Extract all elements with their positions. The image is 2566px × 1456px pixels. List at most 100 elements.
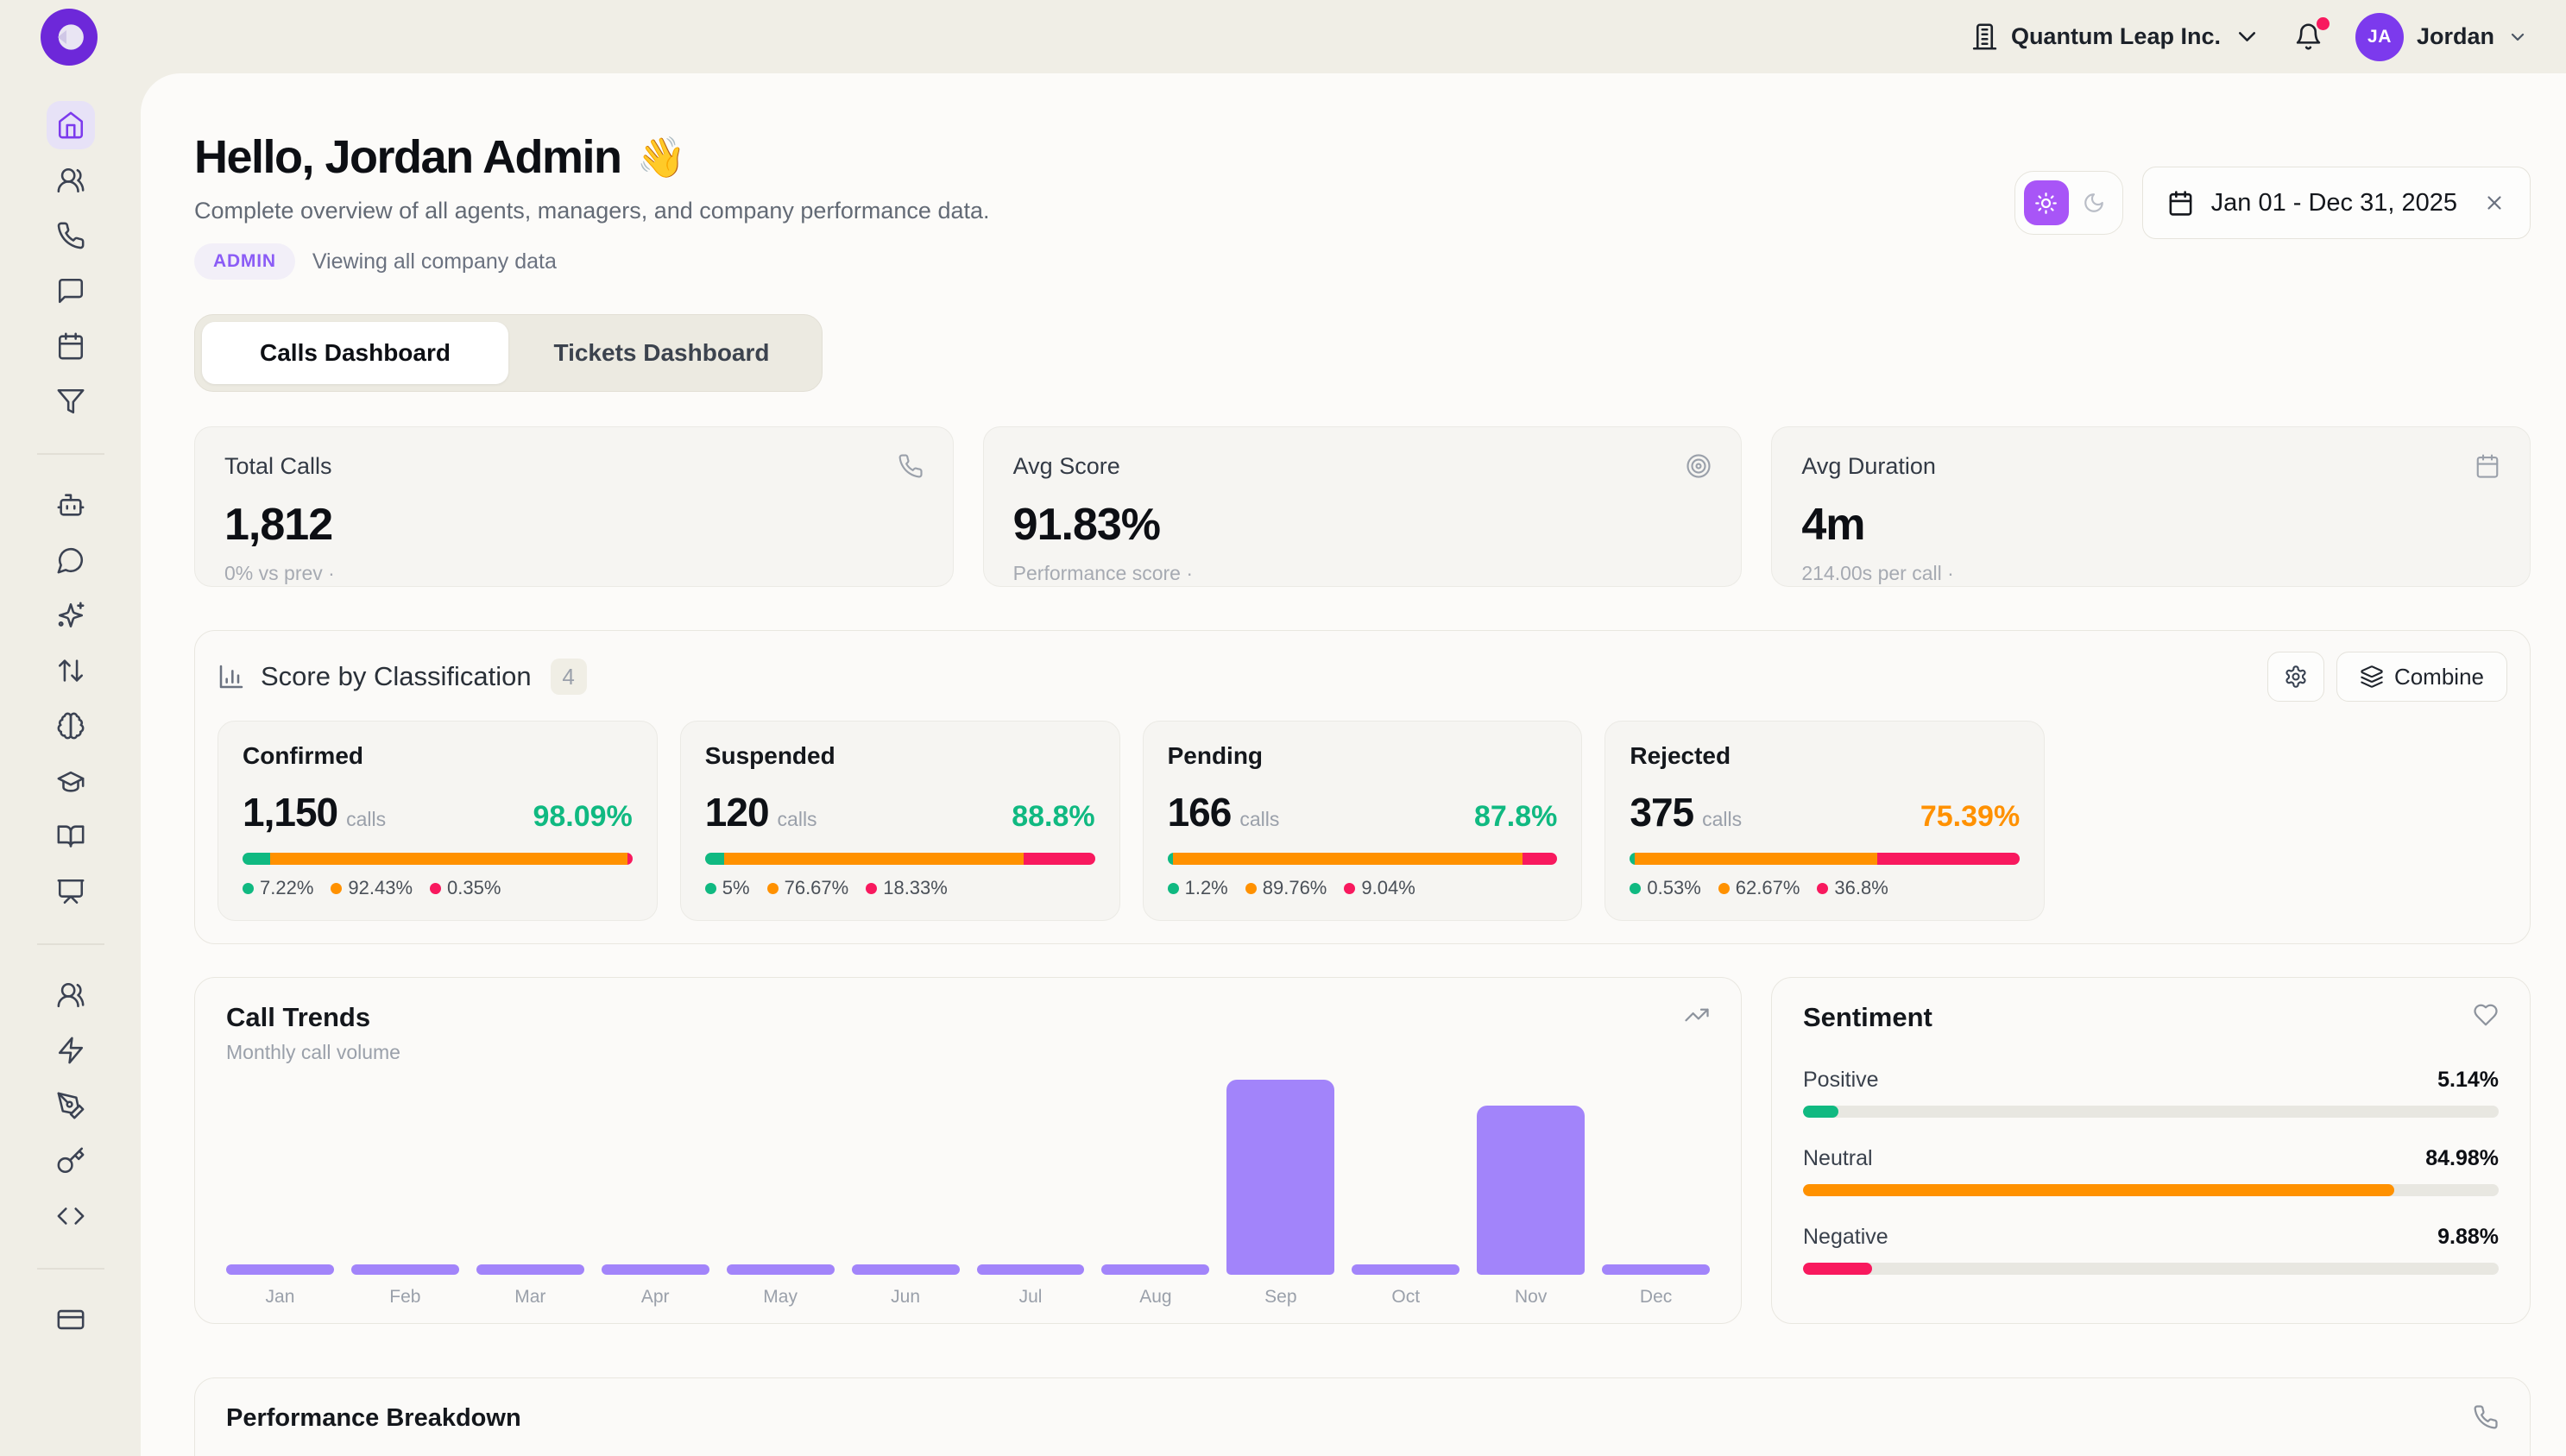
bar-segment-orange: [270, 853, 627, 865]
sidebar-item-phone[interactable]: [47, 211, 95, 260]
bar-aug[interactable]: [1101, 1264, 1209, 1275]
notification-dot: [2317, 17, 2330, 30]
sentiment-value: 9.88%: [2437, 1225, 2499, 1250]
bar-jun[interactable]: [852, 1264, 960, 1275]
stat-value: 91.83%: [1013, 499, 1712, 551]
sidebar-item-brain[interactable]: [47, 702, 95, 750]
bar-legend: 1.2%89.76%9.04%: [1168, 877, 1558, 899]
stat-card-avg-score: Avg Score91.83%Performance score ·: [983, 426, 1743, 587]
calls-count: 375: [1630, 789, 1693, 835]
theme-toggle[interactable]: [2014, 171, 2123, 235]
book-open-icon: [56, 822, 85, 851]
clear-date-icon[interactable]: [2483, 192, 2506, 214]
sidebar: [0, 73, 141, 1456]
wave-emoji: 👋: [637, 135, 686, 180]
classification-card-rejected[interactable]: Rejected375calls75.39%0.53%62.67%36.8%: [1605, 721, 2045, 921]
graduation-cap-icon: [56, 766, 85, 796]
legend-item: 92.43%: [331, 877, 413, 899]
sidebar-item-pen-tool[interactable]: [47, 1081, 95, 1130]
sidebar-item-arrows-up-down[interactable]: [47, 646, 95, 695]
bar-legend: 7.22%92.43%0.35%: [243, 877, 633, 899]
sidebar-item-sparkles[interactable]: [47, 591, 95, 640]
x-tick-label: Sep: [1226, 1287, 1334, 1308]
score-percent: 88.8%: [1012, 800, 1094, 834]
bar-may[interactable]: [727, 1264, 835, 1275]
performance-header: Performance Breakdown: [226, 1404, 2499, 1433]
call-trends-chart: [226, 1080, 1710, 1275]
settings-button[interactable]: [2267, 652, 2324, 702]
main-panel: Hello, Jordan Admin 👋 Complete overview …: [141, 73, 2566, 1456]
bar-segment-red: [627, 853, 633, 865]
combine-button[interactable]: Combine: [2336, 652, 2507, 702]
legend-item: 1.2%: [1168, 877, 1228, 899]
calls-count: 166: [1168, 789, 1232, 835]
sidebar-item-zap[interactable]: [47, 1026, 95, 1075]
bar-feb[interactable]: [351, 1264, 459, 1275]
header-controls: Jan 01 - Dec 31, 2025: [2014, 167, 2531, 239]
sidebar-item-message-circle[interactable]: [47, 536, 95, 584]
sidebar-item-home[interactable]: [47, 101, 95, 149]
bar-nov[interactable]: [1477, 1106, 1585, 1275]
sentiment-value: 84.98%: [2425, 1146, 2499, 1171]
bar-apr[interactable]: [602, 1264, 709, 1275]
calendar-icon: [56, 331, 85, 361]
sidebar-item-book-open[interactable]: [47, 812, 95, 860]
date-range-picker[interactable]: Jan 01 - Dec 31, 2025: [2142, 167, 2531, 239]
tab-tickets-dashboard[interactable]: Tickets Dashboard: [508, 322, 815, 384]
bar-jul[interactable]: [977, 1264, 1085, 1275]
bar-fill: [226, 1264, 334, 1275]
classification-card-suspended[interactable]: Suspended120calls88.8%5%76.67%18.33%: [680, 721, 1120, 921]
sidebar-item-bot[interactable]: [47, 481, 95, 529]
sidebar-item-presentation[interactable]: [47, 867, 95, 916]
zap-icon: [56, 1036, 85, 1065]
combine-label: Combine: [2394, 664, 2484, 690]
performance-breakdown-card: Performance Breakdown Total CallsActive …: [194, 1377, 2531, 1456]
bar-segment-orange: [724, 853, 1023, 865]
x-tick-label: Jul: [977, 1287, 1085, 1308]
app-logo[interactable]: [41, 9, 98, 66]
bar-sep[interactable]: [1226, 1080, 1334, 1275]
bar-segment-orange: [1173, 853, 1523, 865]
notifications-button[interactable]: [2294, 22, 2323, 51]
page-header: Hello, Jordan Admin 👋 Complete overview …: [194, 130, 2531, 280]
tab-calls-dashboard[interactable]: Calls Dashboard: [202, 322, 508, 384]
home-icon: [56, 110, 85, 140]
sidebar-item-key[interactable]: [47, 1137, 95, 1185]
classification-name: Rejected: [1630, 742, 2020, 770]
legend-dot-red: [1344, 883, 1355, 894]
light-theme-button[interactable]: [2024, 180, 2069, 225]
sidebar-item-funnel[interactable]: [47, 377, 95, 425]
bar-dec[interactable]: [1602, 1264, 1710, 1275]
calendar-icon: [2475, 453, 2500, 479]
classification-values: 120calls88.8%: [705, 789, 1095, 835]
legend-item: 62.67%: [1718, 877, 1800, 899]
bar-oct[interactable]: [1352, 1264, 1460, 1275]
classification-card-confirmed[interactable]: Confirmed1,150calls98.09%7.22%92.43%0.35…: [218, 721, 658, 921]
dark-theme-button[interactable]: [2074, 180, 2114, 225]
user-menu[interactable]: JA Jordan: [2355, 13, 2528, 61]
legend-dot-orange: [767, 883, 779, 894]
x-tick-label: Jan: [226, 1287, 334, 1308]
x-tick-label: Jun: [852, 1287, 960, 1308]
call-trends-card: Call Trends Monthly call volume JanFebMa…: [194, 977, 1742, 1324]
sidebar-item-code[interactable]: [47, 1192, 95, 1240]
bar-jan[interactable]: [226, 1264, 334, 1275]
sidebar-item-users[interactable]: [47, 971, 95, 1019]
sidebar-item-users[interactable]: [47, 156, 95, 205]
sidebar-item-graduation-cap[interactable]: [47, 757, 95, 805]
bar-mar[interactable]: [476, 1264, 584, 1275]
layers-icon: [2360, 665, 2384, 689]
sidebar-item-credit-card[interactable]: [47, 1295, 95, 1344]
segmented-bar: [1630, 853, 2020, 865]
company-switcher[interactable]: Quantum Leap Inc.: [1970, 22, 2261, 51]
sidebar-item-calendar[interactable]: [47, 322, 95, 370]
classification-card-pending[interactable]: Pending166calls87.8%1.2%89.76%9.04%: [1143, 721, 1583, 921]
sentiment-row-neutral: Neutral84.98%: [1803, 1146, 2499, 1196]
calls-unit: calls: [1239, 808, 1279, 831]
stat-subtext: 214.00s per call ·: [1801, 562, 2500, 585]
sidebar-divider: [37, 1268, 104, 1270]
trends-header: Call Trends Monthly call volume: [226, 1002, 1710, 1064]
classification-name: Pending: [1168, 742, 1558, 770]
phone-icon: [898, 453, 924, 479]
sidebar-item-message-square[interactable]: [47, 267, 95, 315]
